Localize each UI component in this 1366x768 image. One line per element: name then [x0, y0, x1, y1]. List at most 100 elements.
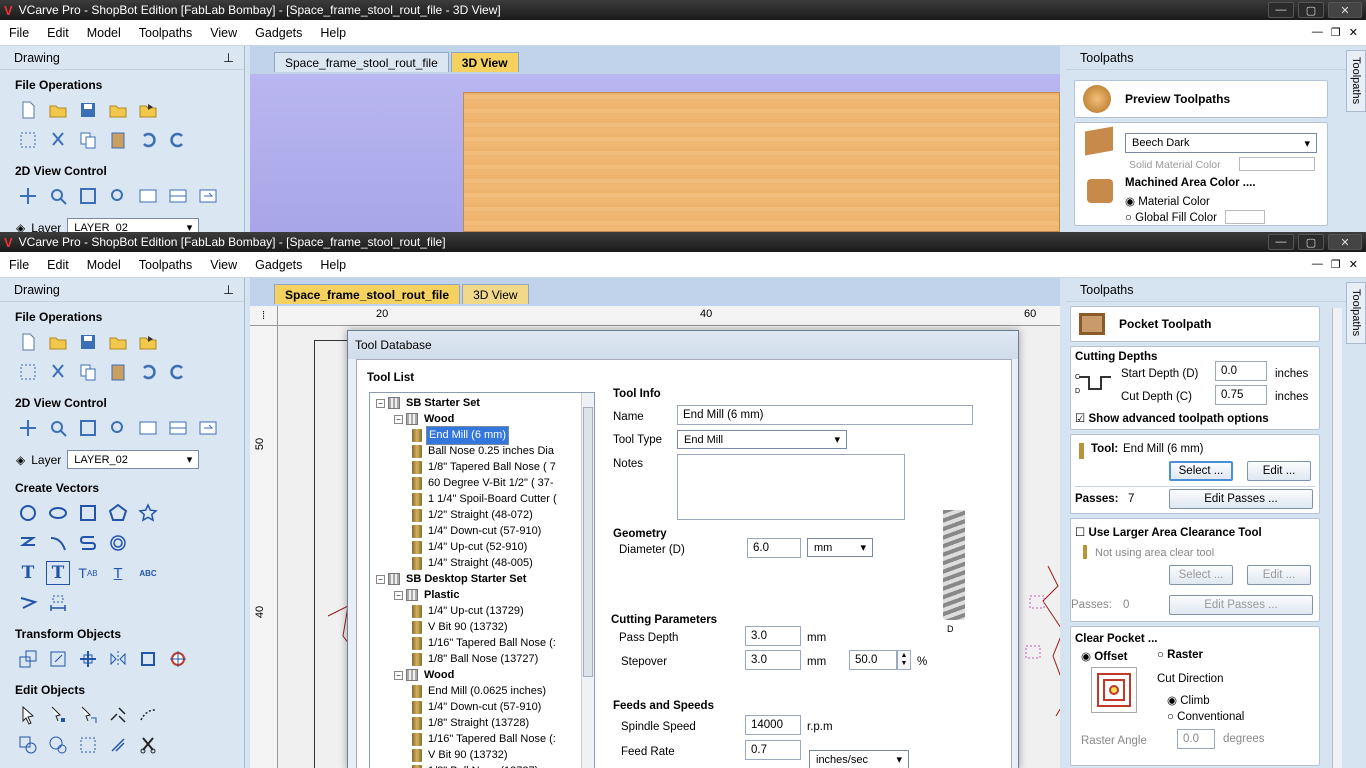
cut-depth-input[interactable]: 0.75	[1215, 385, 1267, 405]
transform-select-icon[interactable]	[76, 703, 100, 727]
spindle-speed-input[interactable]: 14000	[745, 715, 801, 735]
tree-row[interactable]: 60 Degree V-Bit 1/2" ( 37-	[370, 475, 594, 491]
intersect-icon[interactable]	[76, 733, 100, 757]
select-area-tool-button[interactable]: Select ...	[1169, 565, 1233, 585]
arc-icon[interactable]	[46, 531, 70, 555]
select-pointer-icon[interactable]	[16, 703, 40, 727]
layer-select[interactable]: LAYER_02 ▾	[67, 218, 200, 232]
mdi-close-icon[interactable]: ✕	[1349, 26, 1358, 39]
new-file-icon[interactable]	[16, 98, 40, 122]
tree-row[interactable]: 1/8" Ball Nose (13727)	[370, 763, 594, 768]
trim-icon[interactable]	[106, 703, 130, 727]
redo-icon[interactable]	[166, 128, 190, 152]
export-folder-icon[interactable]	[136, 98, 160, 122]
view-export-icon[interactable]	[196, 184, 220, 208]
tree-scroll-thumb[interactable]	[583, 407, 593, 677]
import-folder-icon[interactable]	[106, 330, 130, 354]
polygon-icon[interactable]	[106, 501, 130, 525]
tree-toggle-icon[interactable]: −	[376, 398, 385, 408]
minimize-button[interactable]: —	[1268, 2, 1294, 18]
subtract-icon[interactable]	[46, 733, 70, 757]
tool-tree[interactable]: − SB Starter Set − Wood End Mill (6 mm) Ball …	[369, 392, 595, 768]
edit-passes-button-2[interactable]: Edit Passes ...	[1169, 595, 1313, 615]
weld-icon[interactable]	[16, 733, 40, 757]
spiral-icon[interactable]	[106, 531, 130, 555]
tree-row[interactable]: 1/4" Straight (48-005)	[370, 555, 594, 571]
view-layout-icon[interactable]	[136, 416, 160, 440]
dimension-icon[interactable]	[16, 591, 40, 615]
menu-view[interactable]: View	[201, 258, 246, 272]
diameter-unit-select[interactable]: mm ▾	[807, 538, 873, 557]
pan-icon[interactable]	[16, 416, 40, 440]
climb-radio[interactable]: ◉ Climb	[1167, 693, 1210, 707]
top-toolpaths-vtab[interactable]: Toolpaths	[1346, 50, 1366, 112]
preview-toolpaths-header[interactable]: Preview Toolpaths	[1074, 80, 1328, 118]
copy-icon[interactable]	[76, 360, 100, 384]
tree-row[interactable]: 1/8" Tapered Ball Nose ( 7	[370, 459, 594, 475]
copy-icon[interactable]	[76, 128, 100, 152]
minimize-button[interactable]: —	[1268, 234, 1294, 250]
menu-help[interactable]: Help	[311, 26, 355, 40]
menu-edit[interactable]: Edit	[38, 258, 78, 272]
view-export-icon[interactable]	[196, 416, 220, 440]
global-fill-picker[interactable]	[1225, 210, 1265, 224]
tab-3d-view[interactable]: 3D View	[462, 284, 529, 304]
tree-row[interactable]: V Bit 90 (13732)	[370, 619, 594, 635]
name-input[interactable]: End Mill (6 mm)	[677, 405, 973, 425]
menu-model[interactable]: Model	[78, 258, 130, 272]
close-button[interactable]: ✕	[1328, 234, 1362, 250]
pin-icon[interactable]: ⊥	[223, 282, 234, 297]
tree-row[interactable]: − Plastic	[370, 587, 594, 603]
menu-model[interactable]: Model	[78, 26, 130, 40]
edit-tool-button[interactable]: Edit ...	[1247, 461, 1311, 481]
stepover-spinner[interactable]: ▲ ▼	[897, 650, 911, 670]
tool-type-select[interactable]: End Mill ▾	[677, 430, 847, 449]
move-icon[interactable]	[16, 647, 40, 671]
offset-icon[interactable]	[106, 733, 130, 757]
feed-unit-select[interactable]: inches/sec ▾	[809, 750, 909, 768]
tree-row[interactable]: 1/16" Tapered Ball Nose (:	[370, 731, 594, 747]
mdi-restore-icon[interactable]: ❐	[1331, 26, 1341, 39]
cut-icon[interactable]	[46, 360, 70, 384]
distort-icon[interactable]	[136, 647, 160, 671]
maximize-button[interactable]: ▢	[1298, 234, 1324, 250]
tab-document[interactable]: Space_frame_stool_rout_file	[274, 52, 449, 72]
stepover-percent-input[interactable]: 50.0	[849, 650, 897, 670]
new-file-icon[interactable]	[16, 330, 40, 354]
menu-file[interactable]: File	[0, 26, 38, 40]
zoom-box-icon[interactable]	[106, 184, 130, 208]
pass-depth-input[interactable]: 3.0	[745, 626, 801, 646]
close-button[interactable]: ✕	[1328, 2, 1362, 18]
rotate-icon[interactable]	[76, 647, 100, 671]
circle-icon[interactable]	[16, 501, 40, 525]
zoom-icon[interactable]	[46, 416, 70, 440]
tab-3d-view[interactable]: 3D View	[450, 52, 519, 72]
tree-row[interactable]: Ball Nose 0.25 inches Dia	[370, 443, 594, 459]
raster-radio[interactable]: ○ Raster	[1157, 649, 1203, 661]
text-box-icon[interactable]: T	[46, 561, 70, 585]
zoom-icon[interactable]	[46, 184, 70, 208]
paste-icon[interactable]	[106, 128, 130, 152]
tree-row[interactable]: 1/8" Straight (13728)	[370, 715, 594, 731]
mirror-icon[interactable]	[106, 647, 130, 671]
view-split-icon[interactable]	[166, 184, 190, 208]
zoom-extents-icon[interactable]	[76, 416, 100, 440]
export-folder-icon[interactable]	[136, 330, 160, 354]
tree-row[interactable]: 1/4" Up-cut (52-910)	[370, 539, 594, 555]
scale-icon[interactable]	[46, 647, 70, 671]
select-all-icon[interactable]	[16, 360, 40, 384]
scissors-icon[interactable]	[136, 733, 160, 757]
menu-view[interactable]: View	[201, 26, 246, 40]
select-tool-button[interactable]: Select ...	[1169, 461, 1233, 481]
mdi-restore-icon[interactable]: ❐	[1331, 258, 1341, 271]
material-color-radio[interactable]: ◉ Material Color	[1125, 194, 1210, 208]
select-all-icon[interactable]	[16, 128, 40, 152]
text-icon[interactable]: T	[16, 561, 40, 585]
pocket-panel-scrollbar[interactable]	[1332, 308, 1342, 768]
tree-row[interactable]: 1/16" Tapered Ball Nose (:	[370, 635, 594, 651]
redo-icon[interactable]	[166, 360, 190, 384]
paste-icon[interactable]	[106, 360, 130, 384]
node-edit-icon[interactable]	[46, 703, 70, 727]
align-center-icon[interactable]	[166, 647, 190, 671]
measure-icon[interactable]	[46, 591, 70, 615]
